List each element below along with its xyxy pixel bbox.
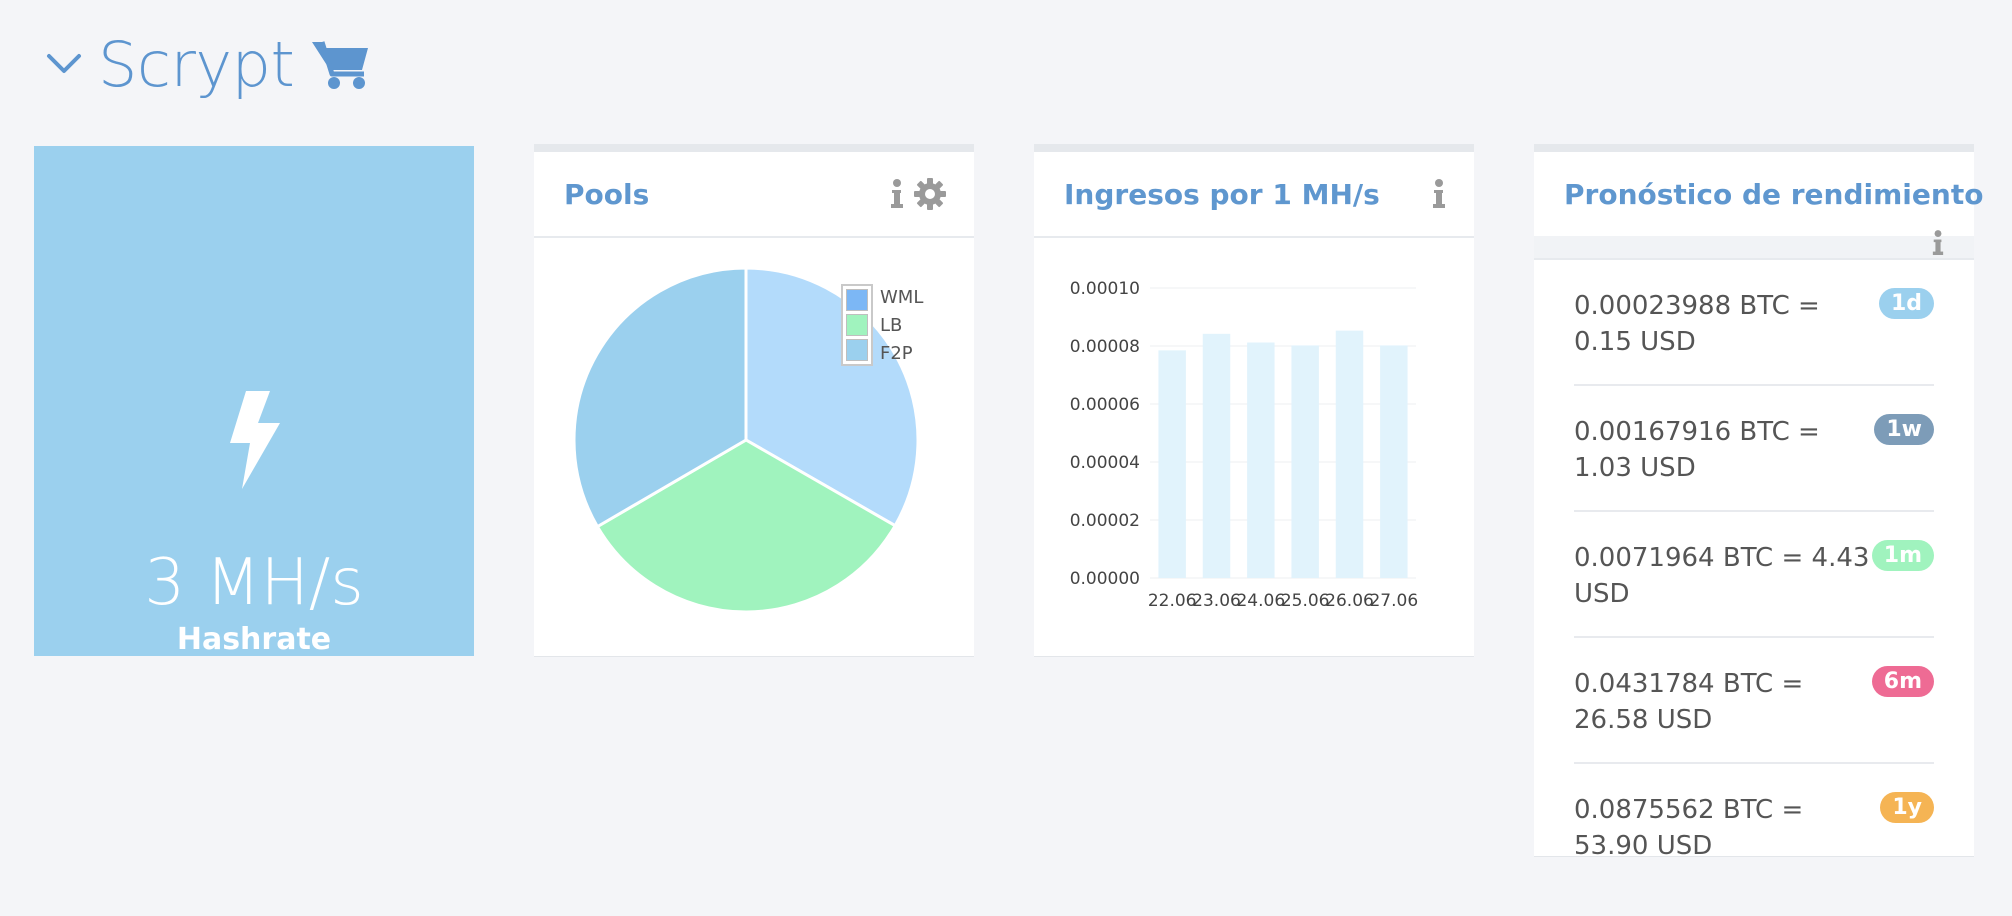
pools-panel: Pools WML LB F2P — [534, 144, 974, 656]
gear-icon[interactable] — [914, 178, 946, 210]
y-tick-label: 0.00006 — [1070, 395, 1140, 415]
legend-swatch-lb — [846, 314, 868, 336]
pie-legend-labels: WML LB F2P — [880, 284, 923, 368]
forecast-title: Pronóstico de rendimiento — [1564, 177, 1984, 211]
period-badge: 1y — [1880, 792, 1934, 823]
bar-25.06[interactable] — [1291, 345, 1319, 578]
shopping-cart-icon[interactable] — [310, 36, 372, 92]
bar-27.06[interactable] — [1380, 345, 1408, 578]
panel-topbar — [534, 144, 974, 152]
hashrate-tile: 3 MH/s Hashrate — [34, 146, 474, 657]
period-badge: 1d — [1878, 288, 1934, 319]
pools-title: Pools — [564, 177, 650, 211]
list-item: 0.0875562 BTC = 53.90 USD 1y — [1574, 764, 1934, 888]
x-tick-label: 24.06 — [1236, 591, 1285, 611]
lightning-bolt-icon — [224, 391, 284, 493]
list-item: 0.00023988 BTC = 0.15 USD 1d — [1574, 260, 1934, 386]
period-badge: 1m — [1871, 540, 1934, 571]
forecast-list: 0.00023988 BTC = 0.15 USD 1d 0.00167916 … — [1534, 260, 1974, 888]
panel-header: Pools — [534, 152, 974, 238]
section-title: Scrypt — [98, 27, 295, 101]
panel-header: Pronóstico de rendimiento — [1534, 152, 1983, 236]
info-icon[interactable] — [1932, 230, 1944, 256]
list-item: 0.0431784 BTC = 26.58 USD 6m — [1574, 638, 1934, 764]
legend-swatch-f2p — [846, 339, 868, 361]
x-tick-label: 26.06 — [1325, 591, 1374, 611]
legend-swatch-wml — [846, 289, 868, 311]
legend-label: LB — [880, 315, 903, 336]
hashrate-label: Hashrate — [176, 622, 332, 657]
y-tick-label: 0.00000 — [1070, 569, 1140, 589]
list-item: 0.00167916 BTC = 1.03 USD 1w — [1574, 386, 1934, 512]
info-icon[interactable] — [890, 179, 904, 209]
list-item: 0.0071964 BTC = 4.43 USD 1m — [1574, 512, 1934, 638]
forecast-value: 0.00167916 BTC = 1.03 USD — [1574, 417, 1820, 483]
section-header: Scrypt — [44, 27, 372, 101]
chevron-down-icon[interactable] — [44, 44, 84, 84]
period-badge: 6m — [1871, 666, 1934, 697]
income-bar-chart: 0.00000 0.00002 0.00004 0.00006 0.00008 0.000… — [1070, 279, 1418, 611]
income-title: Ingresos por 1 MH/s — [1064, 177, 1380, 211]
info-icon[interactable] — [1432, 179, 1446, 209]
x-tick-label: 22.06 — [1148, 591, 1197, 611]
forecast-value: 0.00023988 BTC = 0.15 USD — [1574, 291, 1820, 357]
bar-24.06[interactable] — [1247, 342, 1275, 578]
legend-label: WML — [880, 287, 924, 308]
forecast-value: 0.0875562 BTC = 53.90 USD — [1574, 795, 1804, 861]
y-tick-label: 0.00002 — [1070, 511, 1140, 531]
bar-26.06[interactable] — [1335, 330, 1364, 578]
hashrate-value: 3 MH/s — [144, 546, 364, 620]
x-tick-label: 23.06 — [1192, 591, 1241, 611]
pie-legend — [841, 284, 873, 366]
bar-23.06[interactable] — [1202, 333, 1231, 578]
y-tick-label: 0.00010 — [1070, 279, 1140, 299]
x-tick-label: 25.06 — [1281, 591, 1330, 611]
panel-topbar — [1034, 144, 1474, 152]
x-tick-label: 27.06 — [1369, 591, 1418, 611]
forecast-value: 0.0071964 BTC = 4.43 USD — [1574, 543, 1870, 609]
forecast-value: 0.0431784 BTC = 26.58 USD — [1574, 669, 1804, 735]
bar-22.06[interactable] — [1158, 350, 1186, 578]
panel-header: Ingresos por 1 MH/s — [1034, 152, 1474, 238]
y-tick-label: 0.00004 — [1070, 453, 1140, 473]
forecast-panel: Pronóstico de rendimiento 0.00023988 BTC… — [1534, 144, 1983, 861]
period-badge: 1w — [1874, 414, 1934, 445]
income-panel: Ingresos por 1 MH/s 0.00000 0.00002 0.0000… — [1034, 144, 1474, 656]
y-tick-label: 0.00008 — [1070, 337, 1140, 357]
panel-topbar — [1534, 144, 1974, 152]
forecast-subheader — [1534, 230, 1974, 260]
legend-label: F2P — [880, 343, 913, 364]
